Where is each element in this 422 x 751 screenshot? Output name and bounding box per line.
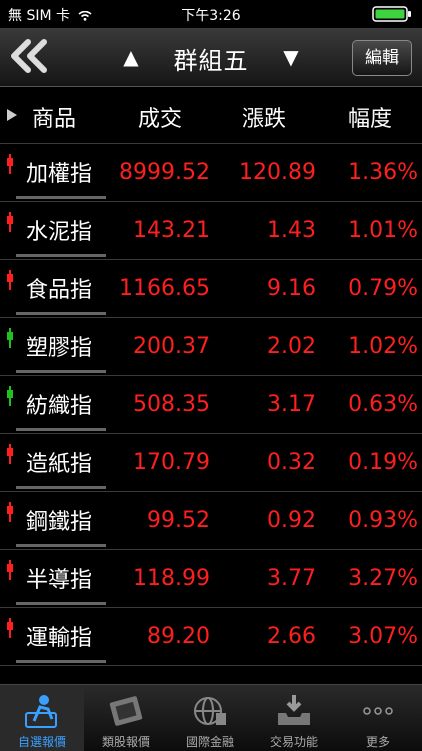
product-name: 塑膠指 bbox=[26, 336, 93, 361]
double-chevron-left-icon bbox=[11, 39, 47, 73]
table-row[interactable]: 鋼鐵指 99.52 0.92 0.93% bbox=[0, 492, 422, 550]
ellipsis-icon bbox=[363, 707, 393, 715]
percent-value: 1.36% bbox=[348, 160, 418, 185]
film-strip-icon bbox=[109, 696, 143, 726]
triangle-down-icon: ▼ bbox=[283, 45, 299, 69]
table-row[interactable]: 半導指 118.99 3.77 3.27% bbox=[0, 550, 422, 608]
previous-group-button[interactable]: ▲ bbox=[116, 42, 146, 72]
name-underline bbox=[16, 312, 106, 315]
play-triangle-icon[interactable] bbox=[6, 108, 18, 122]
back-button[interactable] bbox=[6, 38, 56, 74]
table-row[interactable]: 水泥指 143.21 1.43 1.01% bbox=[0, 202, 422, 260]
price-value: 8999.52 bbox=[119, 160, 210, 185]
column-change[interactable]: 漲跌 bbox=[242, 101, 286, 133]
price-value: 170.79 bbox=[133, 450, 210, 475]
tab-label: 類股報價 bbox=[101, 735, 150, 749]
price-value: 143.21 bbox=[133, 218, 210, 243]
percent-value: 0.19% bbox=[348, 450, 418, 475]
navigation-bar: ▲ 群組五 ▼ 編輯 bbox=[0, 28, 422, 87]
name-underline bbox=[16, 660, 106, 663]
tab-label: 更多 bbox=[365, 735, 390, 749]
column-name[interactable]: 商品 bbox=[32, 101, 76, 133]
table-row[interactable]: 紡織指 508.35 3.17 0.63% bbox=[0, 376, 422, 434]
percent-value: 3.27% bbox=[348, 566, 418, 591]
candle-marker-icon bbox=[7, 444, 13, 464]
table-row[interactable]: 運輸指 89.20 2.66 3.07% bbox=[0, 608, 422, 666]
change-value: 3.17 bbox=[267, 392, 316, 417]
change-value: 2.66 bbox=[267, 624, 316, 649]
candle-marker-icon bbox=[7, 270, 13, 290]
name-underline bbox=[16, 254, 106, 257]
candle-marker-icon bbox=[7, 386, 13, 406]
candle-marker-icon bbox=[7, 560, 13, 580]
product-name: 食品指 bbox=[26, 278, 93, 303]
tab-label: 自選報價 bbox=[17, 735, 66, 749]
tab-international[interactable]: 國際金融 bbox=[168, 685, 252, 751]
product-name: 加權指 bbox=[26, 162, 93, 187]
change-value: 3.77 bbox=[267, 566, 316, 591]
tab-bar: 自選報價 類股報價 國際金融 交易功能 更多 bbox=[0, 684, 422, 751]
product-name: 運輸指 bbox=[26, 626, 93, 651]
price-value: 1166.65 bbox=[119, 276, 210, 301]
change-value: 120.89 bbox=[239, 160, 316, 185]
percent-value: 1.02% bbox=[348, 334, 418, 359]
triangle-up-icon: ▲ bbox=[123, 45, 139, 69]
percent-value: 1.01% bbox=[348, 218, 418, 243]
price-value: 508.35 bbox=[133, 392, 210, 417]
product-name: 鋼鐵指 bbox=[26, 510, 93, 535]
tab-label: 國際金融 bbox=[185, 735, 234, 749]
candle-marker-icon bbox=[7, 212, 13, 232]
edit-button[interactable]: 編輯 bbox=[352, 40, 412, 76]
person-chart-icon bbox=[25, 695, 57, 728]
price-value: 118.99 bbox=[133, 566, 210, 591]
table-row[interactable]: 造紙指 170.79 0.32 0.19% bbox=[0, 434, 422, 492]
name-underline bbox=[16, 370, 106, 373]
tab-sector-quotes[interactable]: 類股報價 bbox=[84, 685, 168, 751]
product-name: 造紙指 bbox=[26, 452, 93, 477]
candle-marker-icon bbox=[7, 154, 13, 174]
tab-trading[interactable]: 交易功能 bbox=[252, 685, 336, 751]
column-price[interactable]: 成交 bbox=[138, 101, 182, 133]
percent-value: 0.93% bbox=[348, 508, 418, 533]
table-row[interactable]: 加權指 8999.52 120.89 1.36% bbox=[0, 144, 422, 202]
percent-value: 3.07% bbox=[348, 624, 418, 649]
name-underline bbox=[16, 196, 106, 199]
change-value: 2.02 bbox=[267, 334, 316, 359]
quote-list: 加權指 8999.52 120.89 1.36% 水泥指 143.21 1.43 1.01% 食… bbox=[0, 144, 422, 684]
percent-value: 0.63% bbox=[348, 392, 418, 417]
tab-more[interactable]: 更多 bbox=[336, 685, 420, 751]
tab-label: 交易功能 bbox=[269, 735, 318, 749]
price-value: 89.20 bbox=[147, 624, 210, 649]
battery-icon bbox=[372, 6, 411, 22]
candle-marker-icon bbox=[7, 328, 13, 348]
product-name: 水泥指 bbox=[26, 220, 93, 245]
product-name: 紡織指 bbox=[26, 394, 93, 419]
next-group-button[interactable]: ▼ bbox=[276, 42, 306, 72]
percent-value: 0.79% bbox=[348, 276, 418, 301]
page-title: 群組五 bbox=[173, 47, 249, 75]
price-value: 99.52 bbox=[147, 508, 210, 533]
column-percent[interactable]: 幅度 bbox=[348, 101, 392, 133]
name-underline bbox=[16, 486, 106, 489]
table-row[interactable]: 塑膠指 200.37 2.02 1.02% bbox=[0, 318, 422, 376]
price-value: 200.37 bbox=[133, 334, 210, 359]
name-underline bbox=[16, 544, 106, 547]
name-underline bbox=[16, 428, 106, 431]
candle-marker-icon bbox=[7, 618, 13, 638]
change-value: 0.32 bbox=[267, 450, 316, 475]
column-header: 商品 成交 漲跌 幅度 bbox=[0, 87, 422, 144]
change-value: 0.92 bbox=[267, 508, 316, 533]
inbox-download-icon bbox=[278, 695, 310, 725]
change-value: 1.43 bbox=[267, 218, 316, 243]
name-underline bbox=[16, 602, 106, 605]
clock: 下午3:26 bbox=[181, 8, 241, 24]
tab-watchlist[interactable]: 自選報價 bbox=[0, 685, 84, 751]
table-row[interactable]: 食品指 1166.65 9.16 0.79% bbox=[0, 260, 422, 318]
globe-icon bbox=[194, 697, 226, 725]
product-name: 半導指 bbox=[26, 568, 93, 593]
status-bar: 無 SIM 卡 下午3:26 bbox=[0, 0, 422, 28]
candle-marker-icon bbox=[7, 502, 13, 522]
change-value: 9.16 bbox=[267, 276, 316, 301]
